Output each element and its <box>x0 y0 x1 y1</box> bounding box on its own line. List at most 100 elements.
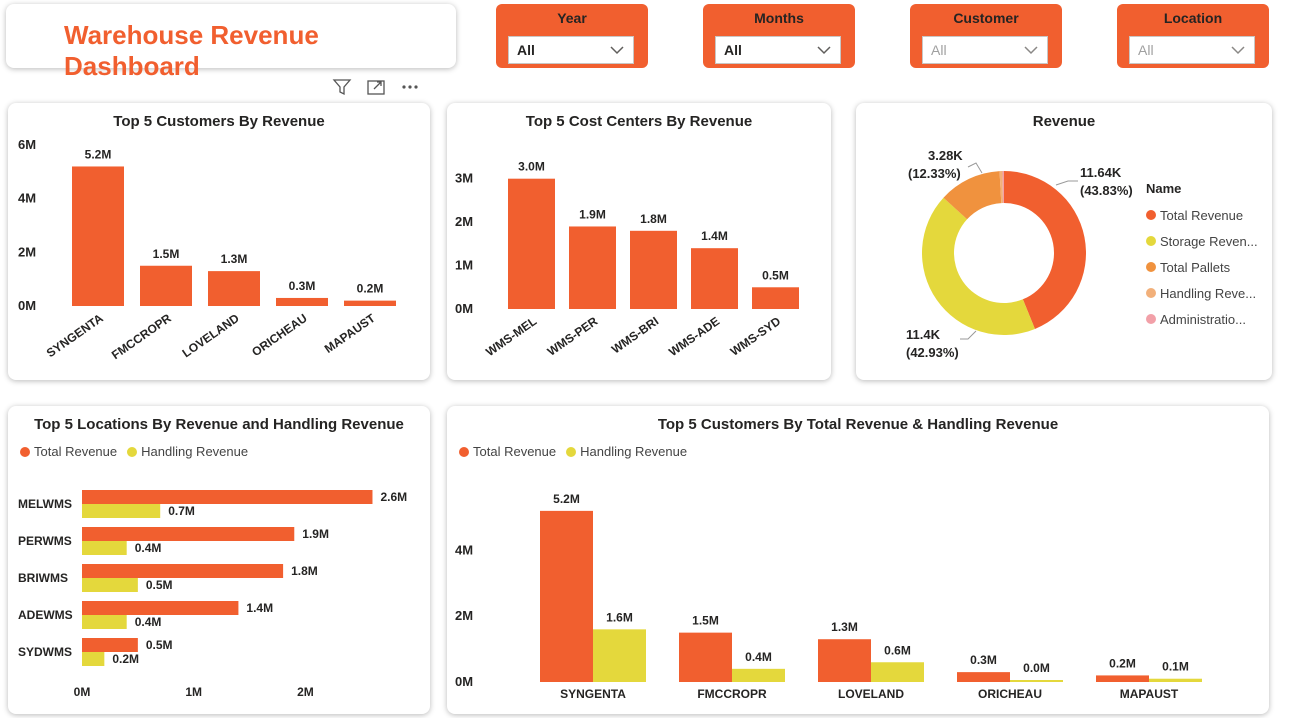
data-label: 1.9M <box>579 207 606 221</box>
bar <box>957 672 1010 682</box>
customer-slicer-label: Customer <box>953 10 1019 26</box>
legend-label: Total Pallets <box>1160 259 1231 275</box>
data-label: 0.2M <box>112 652 139 666</box>
top-cost-centers-card[interactable]: Top 5 Cost Centers By Revenue 0M 1M 2M 3M 3.… <box>447 103 831 380</box>
data-label: (43.83%) <box>1080 183 1133 198</box>
y-tick-label: 6M <box>18 137 36 152</box>
bar <box>679 632 732 682</box>
revenue-donut-card[interactable]: Revenue 11.64K (43.83%) 11.4K (42.93%) 3.28K… <box>856 103 1272 380</box>
legend-dot <box>1146 262 1156 272</box>
y-tick-label: 3M <box>455 171 473 186</box>
legend-item[interactable]: Administratio... <box>1146 306 1258 332</box>
months-dropdown[interactable]: All <box>715 36 841 64</box>
filter-icon[interactable] <box>330 75 354 99</box>
location-slicer-label: Location <box>1163 10 1223 26</box>
bar <box>691 248 738 309</box>
legend-label: Administratio... <box>1160 311 1246 327</box>
legend-dot <box>1146 236 1156 246</box>
data-label: 1.8M <box>291 564 318 578</box>
y-tick-label: 2M <box>455 608 473 623</box>
x-tick-label: FMCCROPR <box>697 687 767 701</box>
location-dropdown[interactable]: All <box>1129 36 1255 64</box>
data-label: 0.3M <box>289 279 316 293</box>
legend-item[interactable]: Handling Reve... <box>1146 280 1258 306</box>
x-tick-label: LOVELAND <box>180 311 242 361</box>
data-label: (42.93%) <box>906 345 959 360</box>
bar <box>1149 678 1202 682</box>
data-label: 0.5M <box>762 268 789 282</box>
bar <box>82 564 284 578</box>
chevron-down-icon <box>1231 46 1245 55</box>
data-label: 1.4M <box>246 601 273 615</box>
y-tick-label: MELWMS <box>18 497 72 511</box>
y-tick-label: 1M <box>455 258 473 273</box>
bar <box>630 230 677 309</box>
x-tick-label: 0M <box>74 685 91 699</box>
legend-dot <box>1146 288 1156 298</box>
y-tick-label: SYDWMS <box>18 645 72 659</box>
customer-slicer: Customer All <box>910 4 1062 68</box>
data-label: 1.4M <box>701 229 728 243</box>
top-locations-card[interactable]: Top 5 Locations By Revenue and Handling … <box>8 406 430 714</box>
months-slicer-label: Months <box>754 10 804 26</box>
top-cost-centers-chart: 0M 1M 2M 3M 3.0M WMS-MEL 1.9M WMS-PER 1.8M WMS-BR… <box>455 160 799 359</box>
data-label: 0.3M <box>970 653 997 667</box>
data-label: 11.64K <box>1080 165 1122 180</box>
y-tick-label: 0M <box>455 674 473 689</box>
bar <box>82 615 127 629</box>
top-customers-total-handling-chart: 0M 2M 4M 5.2M 1.6M SYNGENTA 1.5M 0.4M FMCCROPR 1.… <box>455 492 1202 701</box>
bar <box>344 300 396 306</box>
data-label: 11.4K <box>906 327 941 342</box>
data-label: 3.28K <box>928 148 963 163</box>
y-tick-label: 0M <box>18 298 36 313</box>
bar <box>1010 680 1063 682</box>
top-customers-revenue-card[interactable]: Top 5 Customers By Revenue 0M 2M 4M 6M 5.2M S… <box>8 103 430 380</box>
chevron-down-icon <box>1024 46 1038 55</box>
data-label: 1.6M <box>606 610 633 624</box>
x-tick-label: MAPAUST <box>322 311 378 356</box>
x-tick-label: ORICHEAU <box>978 687 1042 701</box>
bar <box>82 652 105 666</box>
x-tick-label: WMS-SYD <box>728 314 784 359</box>
legend-dot <box>1146 210 1156 220</box>
leader-line <box>960 330 977 340</box>
data-label: 1.5M <box>692 614 719 628</box>
data-label: 0.6M <box>884 643 911 657</box>
top-locations-chart: MELWMS 2.6M 0.7M PERWMS 1.9M 0.4M BRIWMS 1.8M 0.… <box>18 490 407 699</box>
bar <box>1096 675 1149 682</box>
data-label: 0.4M <box>135 541 162 555</box>
more-options-icon[interactable] <box>398 75 422 99</box>
data-label: 0.4M <box>745 650 772 664</box>
x-tick-label: FMCCROPR <box>109 311 174 362</box>
bar <box>82 541 127 555</box>
year-dropdown[interactable]: All <box>508 36 634 64</box>
leader-line <box>967 162 983 174</box>
x-tick-label: ORICHEAU <box>249 311 309 359</box>
x-tick-label: WMS-ADE <box>666 314 722 359</box>
x-tick-label: LOVELAND <box>838 687 904 701</box>
year-dropdown-value: All <box>517 42 535 58</box>
year-slicer-label: Year <box>557 10 587 26</box>
customer-dropdown[interactable]: All <box>922 36 1048 64</box>
data-label: 0.7M <box>168 504 195 518</box>
focus-mode-icon[interactable] <box>364 75 388 99</box>
leader-line <box>1055 180 1078 186</box>
x-tick-label: 2M <box>297 685 314 699</box>
legend-item[interactable]: Total Revenue <box>1146 202 1258 228</box>
bar <box>82 490 373 504</box>
location-dropdown-value: All <box>1138 42 1154 58</box>
legend-item[interactable]: Storage Reven... <box>1146 228 1258 254</box>
data-label: 5.2M <box>553 492 580 506</box>
x-tick-label: WMS-MEL <box>483 314 539 359</box>
data-label: 1.8M <box>640 212 667 226</box>
bar <box>871 662 924 682</box>
months-dropdown-value: All <box>724 42 742 58</box>
y-tick-label: 2M <box>18 244 36 259</box>
legend-item[interactable]: Total Pallets <box>1146 254 1258 280</box>
y-tick-label: ADEWMS <box>18 608 73 622</box>
data-label: 0.2M <box>1109 656 1136 670</box>
bar <box>569 226 616 309</box>
bar <box>508 178 555 309</box>
top-customers-total-handling-card[interactable]: Top 5 Customers By Total Revenue & Handl… <box>447 406 1269 714</box>
x-tick-label: SYNGENTA <box>560 687 626 701</box>
